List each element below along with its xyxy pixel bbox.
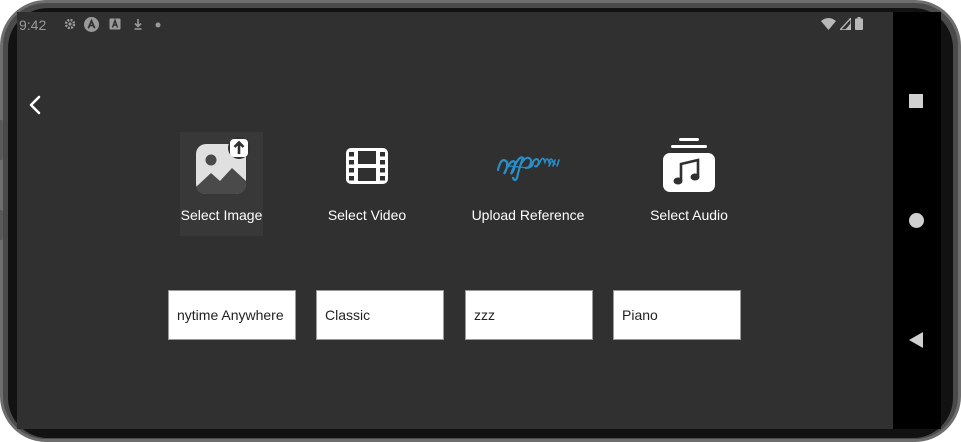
wifi-icon	[821, 17, 836, 30]
reference-logo-icon	[495, 136, 561, 196]
signal-icon	[840, 17, 851, 30]
field-2[interactable]: Classic	[316, 290, 444, 340]
recents-square-icon[interactable]	[909, 94, 923, 108]
app-screen: 9:42 Select Image Select Video Upload Re…	[17, 12, 893, 429]
image-upload-icon	[193, 136, 251, 196]
battery-icon	[855, 17, 863, 30]
select-video-button[interactable]: Select Video	[302, 132, 432, 236]
field-1[interactable]: nytime Anywhere	[168, 290, 296, 340]
select-video-label: Select Video	[327, 207, 407, 223]
upload-reference-button[interactable]: Upload Reference	[463, 132, 593, 236]
volume-button	[0, 120, 3, 160]
back-triangle-icon[interactable]	[909, 332, 923, 348]
home-circle-icon[interactable]	[909, 213, 924, 228]
android-nav-bar	[893, 12, 941, 429]
select-image-label: Select Image	[180, 207, 263, 223]
notification-dot-icon	[155, 22, 161, 28]
field-4[interactable]: Piano	[613, 290, 741, 340]
select-image-button[interactable]: Select Image	[180, 132, 263, 236]
select-audio-button[interactable]: Select Audio	[624, 132, 754, 236]
a-square-icon	[109, 18, 121, 30]
power-button	[0, 210, 3, 240]
upload-reference-label: Upload Reference	[471, 207, 585, 223]
video-film-icon	[345, 136, 389, 196]
back-arrow-icon[interactable]	[25, 94, 47, 116]
status-bar: 9:42	[17, 12, 893, 38]
select-audio-label: Select Audio	[650, 207, 728, 223]
right-status-icons	[821, 17, 863, 30]
settings-icon	[64, 18, 76, 30]
download-icon	[134, 19, 142, 30]
field-3[interactable]: zzz	[465, 290, 593, 340]
music-note-icon	[661, 136, 717, 196]
status-time: 9:42	[19, 17, 47, 33]
a-circle-icon	[84, 17, 99, 32]
